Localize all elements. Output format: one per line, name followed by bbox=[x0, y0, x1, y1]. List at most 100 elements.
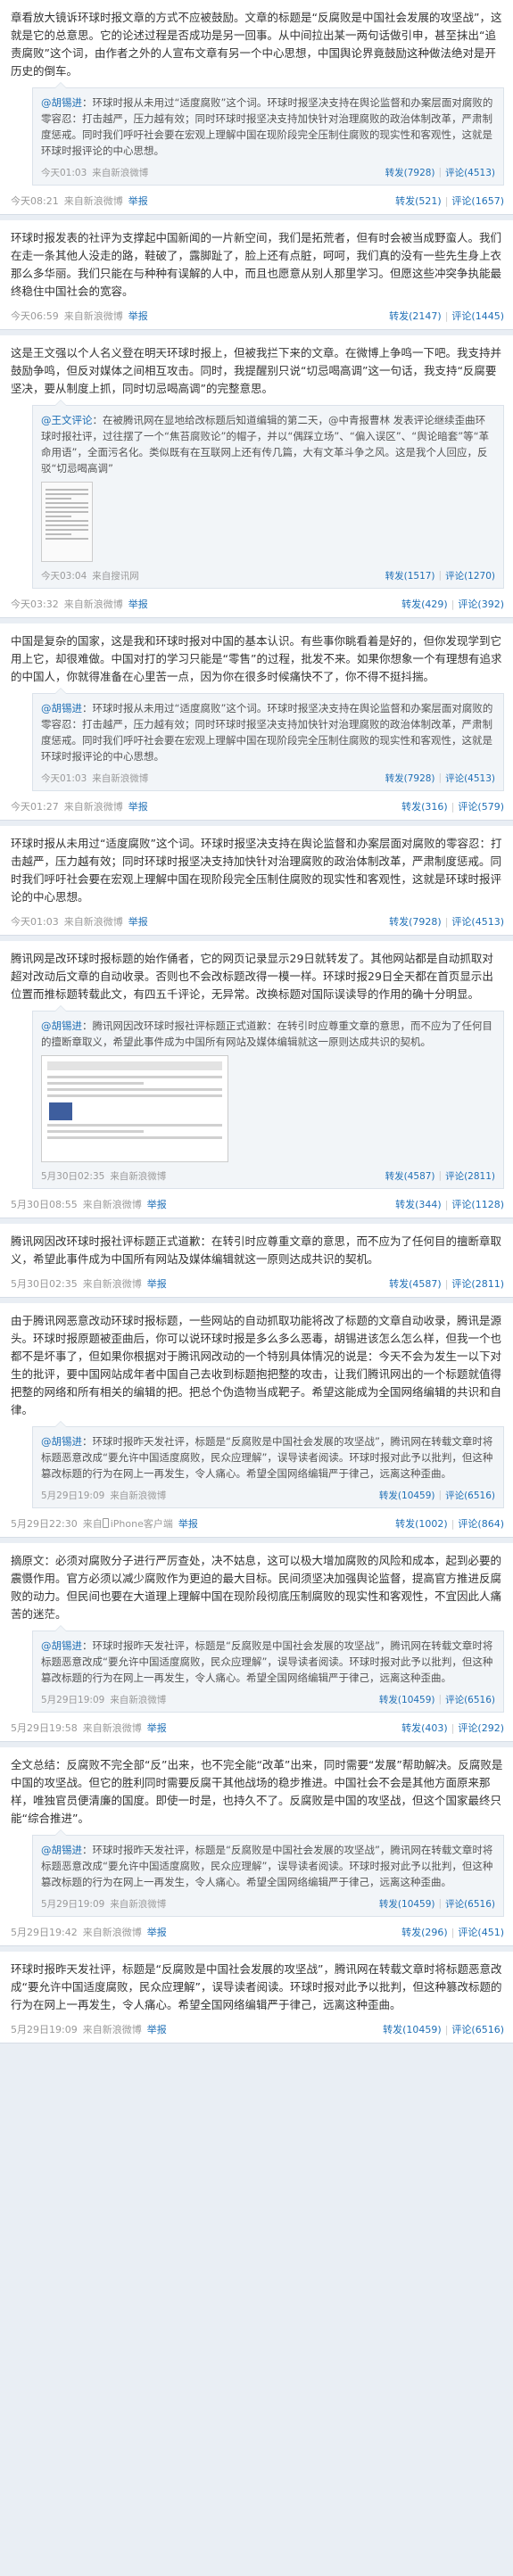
comment-link[interactable]: 评论(6516) bbox=[451, 2022, 504, 2036]
comment-link[interactable]: 评论(451) bbox=[458, 1925, 504, 1939]
comment-link[interactable]: 评论(1657) bbox=[451, 194, 504, 208]
quote-author-link[interactable]: @胡锡进 bbox=[41, 1639, 82, 1652]
report-link[interactable]: 举报 bbox=[147, 1721, 167, 1735]
quote-comment-link[interactable]: 评论(2811) bbox=[445, 1169, 495, 1183]
report-link[interactable]: 举报 bbox=[147, 2022, 167, 2036]
attached-document-image[interactable] bbox=[41, 1055, 228, 1162]
report-link[interactable]: 举报 bbox=[147, 1197, 167, 1211]
post-source[interactable]: 新浪微博 bbox=[103, 1199, 142, 1210]
forward-link[interactable]: 转发(4587) bbox=[389, 1276, 442, 1291]
post-time[interactable]: 今天06:59 bbox=[11, 309, 59, 323]
quote-forward-link[interactable]: 转发(7928) bbox=[385, 772, 435, 785]
forward-link[interactable]: 转发(344) bbox=[395, 1197, 442, 1211]
comment-link[interactable]: 评论(292) bbox=[458, 1721, 504, 1735]
quote-comment-link[interactable]: 评论(6516) bbox=[445, 1693, 495, 1706]
report-link[interactable]: 举报 bbox=[128, 194, 148, 208]
quote-forward-link[interactable]: 转发(7928) bbox=[385, 166, 435, 179]
forward-link[interactable]: 转发(1002) bbox=[395, 1516, 448, 1531]
quoted-post: @胡锡进：环球时报昨天发社评，标题是“反腐败是中国社会发展的攻坚战”，腾讯网在转… bbox=[32, 1829, 504, 1917]
quote-forward-link[interactable]: 转发(10459) bbox=[379, 1489, 435, 1502]
report-link[interactable]: 举报 bbox=[128, 914, 148, 929]
post-time[interactable]: 5月29日22:30 bbox=[11, 1516, 78, 1531]
quote-source[interactable]: 新浪微博 bbox=[128, 1490, 166, 1501]
report-link[interactable]: 举报 bbox=[147, 1276, 167, 1291]
quote-time[interactable]: 5月30日02:35 bbox=[41, 1169, 104, 1183]
forward-link[interactable]: 转发(316) bbox=[401, 799, 448, 813]
post-meta: 5月29日19:58 来自新浪微博 举报 转发(403) | 评论(292) bbox=[11, 1721, 504, 1735]
forward-link[interactable]: 转发(296) bbox=[401, 1925, 448, 1939]
comment-link[interactable]: 评论(864) bbox=[458, 1516, 504, 1531]
quote-source[interactable]: 新浪微博 bbox=[111, 168, 148, 178]
post-time[interactable]: 今天01:27 bbox=[11, 799, 59, 813]
quote-source[interactable]: 新浪微博 bbox=[128, 1899, 166, 1910]
post-text: 这是王文强以个人名义登在明天环球时报上，但被我拦下来的文章。在微博上争鸣一下吧。… bbox=[11, 346, 502, 395]
quote-comment-link[interactable]: 评论(4513) bbox=[445, 772, 495, 785]
post-source[interactable]: 新浪微博 bbox=[103, 1278, 142, 1290]
post-time[interactable]: 5月29日19:09 bbox=[11, 2022, 78, 2036]
comment-link[interactable]: 评论(1128) bbox=[451, 1197, 504, 1211]
quote-text: ：环球时报从未用过“适度腐败”这个词。环球时报坚决支持在舆论监督和办案层面对腐败… bbox=[41, 96, 493, 157]
forward-link[interactable]: 转发(10459) bbox=[383, 2022, 442, 2036]
quote-forward-link[interactable]: 转发(10459) bbox=[379, 1693, 435, 1706]
quote-source[interactable]: 新浪微博 bbox=[111, 773, 148, 784]
quote-comment-link[interactable]: 评论(6516) bbox=[445, 1489, 495, 1502]
quote-author-link[interactable]: @胡锡进 bbox=[41, 1844, 82, 1856]
quote-time[interactable]: 今天01:03 bbox=[41, 772, 87, 785]
forward-link[interactable]: 转发(2147) bbox=[389, 309, 442, 323]
quote-author-link[interactable]: @胡锡进 bbox=[41, 96, 82, 109]
quote-source[interactable]: 搜讯网 bbox=[111, 571, 139, 582]
forward-link[interactable]: 转发(429) bbox=[401, 597, 448, 611]
quote-time[interactable]: 今天01:03 bbox=[41, 166, 87, 179]
forward-link[interactable]: 转发(7928) bbox=[389, 914, 442, 929]
comment-link[interactable]: 评论(392) bbox=[458, 597, 504, 611]
post-source[interactable]: 新浪微博 bbox=[84, 801, 123, 813]
quote-source[interactable]: 新浪微博 bbox=[128, 1171, 166, 1182]
forward-link[interactable]: 转发(521) bbox=[395, 194, 442, 208]
post-source[interactable]: 新浪微博 bbox=[84, 310, 123, 322]
post-time[interactable]: 5月29日19:42 bbox=[11, 1925, 78, 1939]
quote-time[interactable]: 5月29日19:09 bbox=[41, 1897, 104, 1911]
quote-comment-link[interactable]: 评论(4513) bbox=[445, 166, 495, 179]
post-source[interactable]: 新浪微博 bbox=[84, 599, 123, 610]
report-link[interactable]: 举报 bbox=[147, 1925, 167, 1939]
post-time[interactable]: 5月30日02:35 bbox=[11, 1276, 78, 1291]
quote-text: ：环球时报昨天发社评，标题是“反腐败是中国社会发展的攻坚战”，腾讯网在转载文章时… bbox=[41, 1844, 493, 1888]
quote-forward-link[interactable]: 转发(1517) bbox=[385, 569, 435, 582]
quote-comment-link[interactable]: 评论(1270) bbox=[445, 569, 495, 582]
comment-link[interactable]: 评论(579) bbox=[458, 799, 504, 813]
post-source[interactable]: 新浪微博 bbox=[103, 1927, 142, 1938]
quote-forward-link[interactable]: 转发(4587) bbox=[385, 1169, 435, 1183]
report-link[interactable]: 举报 bbox=[178, 1516, 198, 1531]
post-time[interactable]: 5月29日19:58 bbox=[11, 1721, 78, 1735]
post-time[interactable]: 今天01:03 bbox=[11, 914, 59, 929]
quote-forward-link[interactable]: 转发(10459) bbox=[379, 1897, 435, 1911]
quote-time[interactable]: 今天03:04 bbox=[41, 569, 87, 582]
quote-author-link[interactable]: @胡锡进 bbox=[41, 702, 82, 714]
post-time[interactable]: 今天08:21 bbox=[11, 194, 59, 208]
comment-link[interactable]: 评论(4513) bbox=[451, 914, 504, 929]
forward-link[interactable]: 转发(403) bbox=[401, 1721, 448, 1735]
quote-author-link[interactable]: @胡锡进 bbox=[41, 1020, 82, 1032]
quote-time[interactable]: 5月29日19:09 bbox=[41, 1693, 104, 1706]
post-time[interactable]: 今天03:32 bbox=[11, 597, 59, 611]
report-link[interactable]: 举报 bbox=[128, 597, 148, 611]
post-source[interactable]: 新浪微博 bbox=[103, 1722, 142, 1734]
quote-source[interactable]: 新浪微博 bbox=[128, 1695, 166, 1705]
post-meta: 今天06:59 来自新浪微博 举报 转发(2147) | 评论(1445) bbox=[11, 309, 504, 323]
quote-comment-link[interactable]: 评论(6516) bbox=[445, 1897, 495, 1911]
post-source[interactable]: 新浪微博 bbox=[103, 2024, 142, 2035]
post-source[interactable]: 新浪微博 bbox=[84, 916, 123, 928]
quoted-post: @胡锡进：腾讯网因改环球时报社评标题正式道歉：在转引时应尊重文章的意思，而不应为… bbox=[32, 1005, 504, 1189]
post-source[interactable]: 新浪微博 bbox=[84, 195, 123, 207]
quote-author-link[interactable]: @胡锡进 bbox=[41, 1435, 82, 1448]
attached-image-thumbnail[interactable] bbox=[41, 482, 93, 562]
post-source[interactable]: iPhone客户端 bbox=[111, 1518, 173, 1530]
report-link[interactable]: 举报 bbox=[128, 309, 148, 323]
post-meta: 5月30日02:35 来自新浪微博 举报 转发(4587) | 评论(2811) bbox=[11, 1276, 504, 1291]
quote-author-link[interactable]: @王文评论 bbox=[41, 414, 93, 426]
comment-link[interactable]: 评论(1445) bbox=[451, 309, 504, 323]
post-time[interactable]: 5月30日08:55 bbox=[11, 1197, 78, 1211]
comment-link[interactable]: 评论(2811) bbox=[451, 1276, 504, 1291]
quote-time[interactable]: 5月29日19:09 bbox=[41, 1489, 104, 1502]
report-link[interactable]: 举报 bbox=[128, 799, 148, 813]
